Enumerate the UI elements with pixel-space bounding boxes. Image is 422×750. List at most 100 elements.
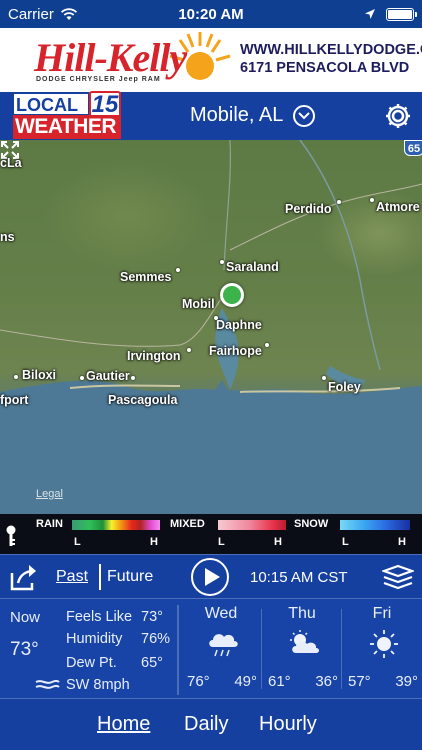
play-button[interactable] [191,558,229,596]
legend-rain-label: RAIN [36,518,63,530]
city-label: ns [0,230,15,244]
forecast-high: 76° [187,673,210,690]
status-bar: Carrier 10:20 AM [0,0,422,28]
city-dot [265,343,269,347]
key-icon[interactable] [6,525,16,547]
city-label: Atmore [376,200,420,214]
bottom-tab-bar: Home Daily Hourly [0,698,422,750]
rain-cloud-icon [209,634,238,657]
share-icon[interactable] [8,561,40,593]
ad-address: 6171 PENSACOLA BLVD [240,60,410,76]
forecast-day[interactable]: Wed 76° 49° [181,599,261,699]
humidity-value: 76% [141,631,171,647]
forecast-high: 61° [268,673,291,690]
ad-brand: Hill-Kelly [34,35,187,80]
chevron-down-icon [293,104,316,127]
forecast-day[interactable]: Fri 57° 39° [342,599,422,699]
legal-link[interactable]: Legal [36,488,63,500]
past-toggle[interactable]: Past [56,568,88,586]
rain-low-label: L [74,536,81,548]
ad-banner[interactable]: Hill-Kelly DODGE CHRYSLER Jeep RAM WWW.H… [0,28,422,92]
ad-website: WWW.HILLKELLYDODGE.COM [240,42,422,58]
mixed-low-label: L [218,536,225,548]
location-arrow-icon [365,9,375,19]
tab-hourly[interactable]: Hourly [259,713,317,736]
radar-controls: Past Future 10:15 AM CST [0,554,422,598]
city-label: Daphne [216,318,262,332]
city-dot [337,200,341,204]
radar-map[interactable]: 65 cLa ns Perdido Atmore Saraland Semmes… [0,140,422,514]
layers-icon[interactable] [382,564,414,590]
city-dot [176,268,180,272]
city-dot [187,348,191,352]
current-location-marker[interactable] [220,283,244,307]
city-label: fport [0,393,29,407]
now-label: Now [10,609,41,626]
forecast-day-name: Wed [204,605,238,622]
mixed-scale-bar [218,520,286,530]
city-label: Semmes [120,270,172,284]
logo-local: LOCAL [13,93,89,115]
city-label: Gautier [86,369,130,383]
forecast-low: 49° [234,673,257,690]
humidity-label: Humidity [66,631,123,647]
gear-icon[interactable] [384,102,412,130]
snow-scale-bar [340,520,410,530]
map-water-layer [0,140,422,514]
ad-makes: DODGE CHRYSLER Jeep RAM [36,76,161,83]
radar-timestamp: 10:15 AM CST [250,569,348,586]
radar-legend: RAIN L H MIXED L H SNOW L H [0,514,422,554]
city-label: Fairhope [209,344,262,358]
carrier-group: Carrier [8,6,78,23]
toggle-divider [99,564,101,590]
dew-point-value: 65° [141,655,163,671]
legend-snow-label: SNOW [294,518,329,530]
wind-icon [35,679,60,689]
wind-value: SW 8mph [66,677,130,693]
forecast-day[interactable]: Thu 61° 36° [262,599,342,699]
carrier-label: Carrier [8,5,54,23]
city-dot [131,376,135,380]
city-dot [214,316,218,320]
forecast-day-name: Thu [288,605,316,622]
city-label: Saraland [226,260,279,274]
forecast-high: 57° [348,673,371,690]
feels-like-label: Feels Like [66,609,133,625]
dew-point-label: Dew Pt. [66,655,117,671]
snow-high-label: H [398,536,406,548]
city-label: Biloxi [22,368,57,382]
logo-weather: WEATHER [13,115,121,139]
highway-65-shield: 65 [404,140,422,156]
battery-icon [386,7,417,21]
snow-low-label: L [342,536,349,548]
status-right [364,7,417,21]
rain-scale-bar [72,520,160,530]
future-toggle[interactable]: Future [107,568,153,586]
city-dot [220,260,224,264]
app-header: LOCAL 15 WEATHER Mobile, AL [0,91,422,140]
city-label: Foley [328,380,361,394]
wifi-icon [60,7,77,20]
location-selector[interactable]: Mobile, AL [190,104,316,127]
city-label: Mobil [182,297,215,311]
tab-home[interactable]: Home [97,713,150,736]
location-label: Mobile, AL [190,104,284,126]
feels-like-value: 73° [141,609,163,625]
forecast-day-name: Fri [372,605,392,622]
rain-high-label: H [150,536,158,548]
sunny-icon [370,630,398,658]
current-temperature: 73° [10,639,39,660]
conditions-panel[interactable]: Now 73° Feels Like 73° Humidity 76% Dew … [0,598,422,698]
tab-daily[interactable]: Daily [184,713,228,736]
partly-cloudy-icon [290,630,319,653]
mixed-high-label: H [274,536,282,548]
city-label: Irvington [127,349,181,363]
city-dot [80,376,84,380]
city-dot [322,376,326,380]
city-label: cLa [0,156,22,170]
city-label: Perdido [285,202,332,216]
city-dot [14,375,18,379]
forecast-low: 36° [315,673,338,690]
city-dot [370,198,374,202]
legend-mixed-label: MIXED [170,518,205,530]
